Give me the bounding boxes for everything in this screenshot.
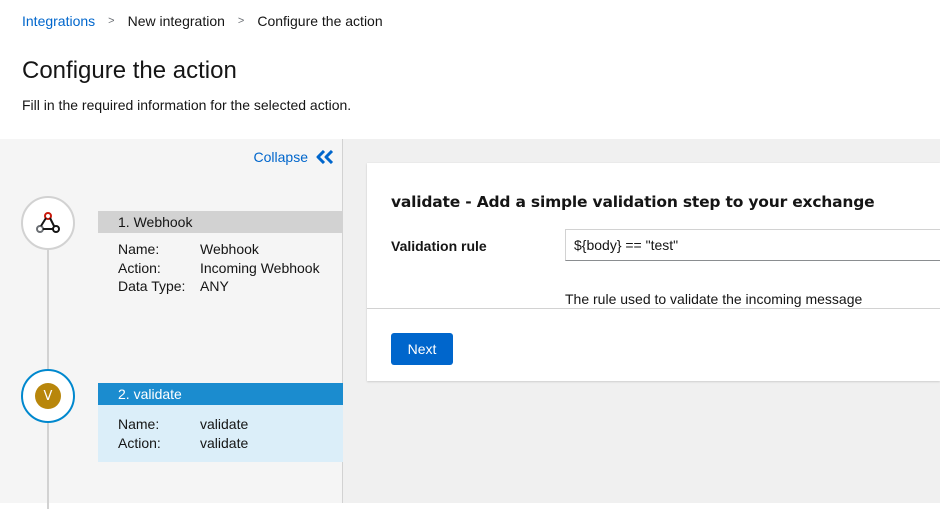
double-chevron-left-icon (316, 150, 334, 164)
field-key: Data Type: (118, 278, 186, 294)
card-divider (367, 308, 940, 309)
breadcrumb-current: Configure the action (257, 13, 383, 29)
configure-action-card: validate - Add a simple validation step … (367, 163, 940, 381)
breadcrumb-new-integration: New integration (127, 13, 225, 29)
field-key: Name: (118, 416, 160, 432)
step-1-row-action: Action: Incoming Webhook (118, 259, 343, 278)
field-value: Webhook (200, 241, 259, 257)
validate-icon: V (35, 383, 61, 409)
validation-rule-help: The rule used to validate the incoming m… (565, 291, 863, 307)
step-2-row-name: Name: validate (118, 415, 343, 434)
collapse-label: Collapse (253, 149, 308, 165)
field-value: Incoming Webhook (200, 259, 320, 276)
step-1-row-datatype: Data Type: ANY (118, 277, 343, 296)
collapse-button[interactable]: Collapse (254, 149, 334, 165)
field-key: Action: (118, 259, 161, 276)
field-value: ANY (200, 278, 229, 294)
step-1-circle[interactable] (21, 196, 75, 250)
page-title: Configure the action (22, 57, 237, 84)
step-2-row-action: Action: validate (118, 434, 343, 453)
breadcrumb-integrations-link[interactable]: Integrations (22, 13, 95, 29)
validation-rule-input[interactable] (565, 229, 940, 261)
step-1-row-name: Name: Webhook (118, 240, 343, 259)
validate-icon-text: V (43, 388, 53, 404)
breadcrumb-separator-icon: > (108, 15, 115, 27)
validation-rule-label: Validation rule (391, 238, 487, 254)
step-2-details: Name: validate Action: validate (98, 405, 343, 462)
field-value: validate (200, 434, 249, 451)
field-key: Action: (118, 434, 161, 451)
step-1-title: 1. Webhook (98, 211, 343, 233)
field-value: validate (200, 416, 249, 432)
breadcrumb: Integrations > New integration > Configu… (22, 13, 383, 29)
step-2-circle[interactable]: V (21, 369, 75, 423)
step-2-title: 2. validate (98, 383, 343, 405)
form-title: validate - Add a simple validation step … (391, 193, 875, 211)
page-description: Fill in the required information for the… (22, 97, 352, 113)
step-1-card[interactable]: 1. Webhook Name: Webhook Action: Incomin… (98, 211, 343, 304)
field-key: Name: (118, 241, 160, 257)
step-1-details: Name: Webhook Action: Incoming Webhook D… (98, 233, 343, 304)
webhook-icon (36, 212, 60, 233)
next-button[interactable]: Next (391, 333, 453, 365)
steps-sidebar: Collapse 1. Webhook Name: Webhook Action… (0, 139, 343, 509)
main-area: Collapse 1. Webhook Name: Webhook Action… (0, 139, 940, 509)
breadcrumb-separator-icon: > (237, 15, 245, 27)
step-2-card[interactable]: 2. validate Name: validate Action: valid… (98, 383, 343, 462)
